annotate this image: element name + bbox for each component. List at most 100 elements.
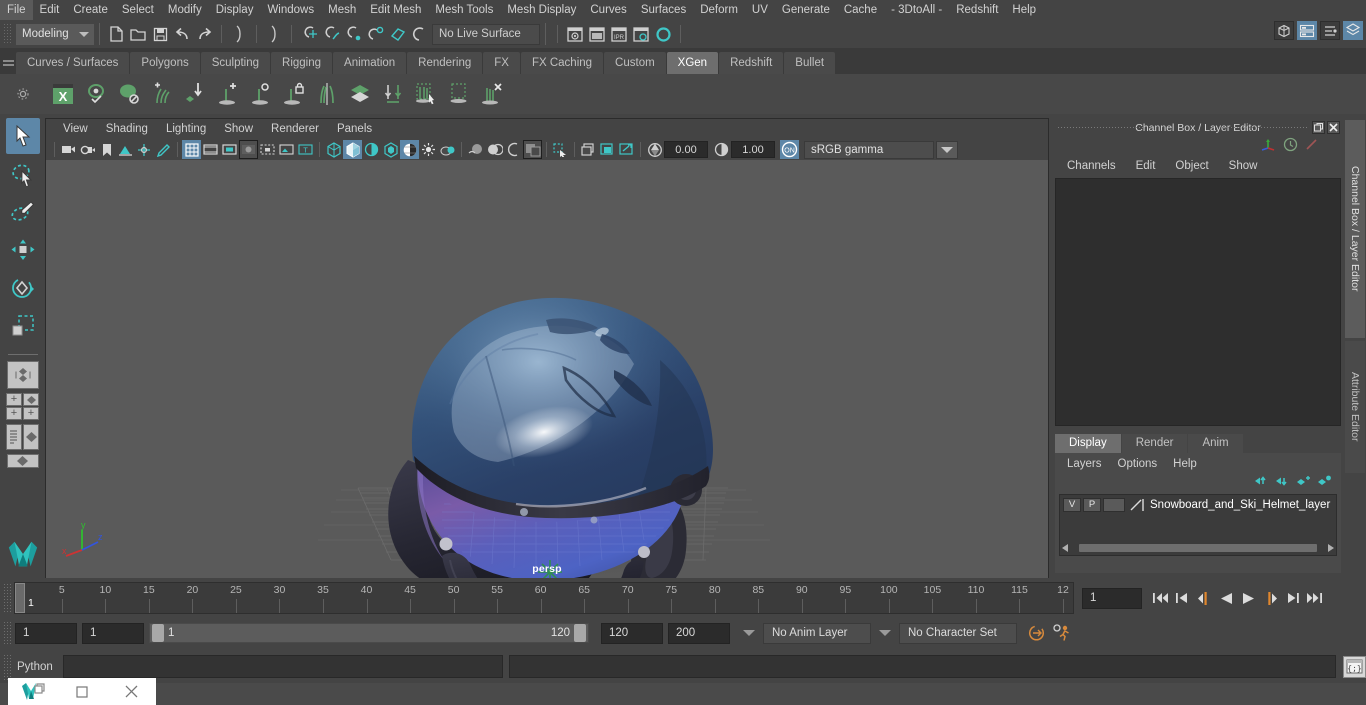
- shelf-options-gear-icon[interactable]: [0, 74, 46, 114]
- statusbar-grip[interactable]: [3, 23, 12, 45]
- viewport-menu-view[interactable]: View: [54, 119, 97, 139]
- step-forward-frame-icon[interactable]: [1262, 589, 1279, 607]
- channel-box-content[interactable]: [1055, 178, 1341, 426]
- exposure-field[interactable]: 0.00: [664, 141, 708, 158]
- step-back-frame-icon[interactable]: [1196, 589, 1213, 607]
- color-management-toggle[interactable]: ON: [780, 140, 799, 159]
- shelf-tab-rendering[interactable]: Rendering: [407, 52, 483, 74]
- play-forwards-icon[interactable]: [1240, 589, 1257, 607]
- paint-select-tool[interactable]: [6, 194, 40, 230]
- camera-attributes-icon[interactable]: [78, 140, 97, 159]
- xray-icon[interactable]: [485, 140, 504, 159]
- character-set-chevron-icon[interactable]: [879, 630, 891, 636]
- edit-guide-icon[interactable]: [244, 77, 277, 111]
- menu-item-select[interactable]: Select: [115, 0, 161, 20]
- menu-item-edit[interactable]: Edit: [33, 0, 67, 20]
- menu-item-redshift[interactable]: Redshift: [949, 0, 1005, 20]
- range-bar[interactable]: 1 120: [149, 623, 589, 643]
- select-by-hierarchy-icon[interactable]: [228, 23, 250, 45]
- undo-icon[interactable]: [171, 23, 193, 45]
- convert-to-interactive-icon[interactable]: [178, 77, 211, 111]
- render-view-icon[interactable]: [564, 23, 586, 45]
- display-layer-nested-icon[interactable]: [598, 140, 617, 159]
- layer-name[interactable]: Snowboard_and_Ski_Helmet_layer: [1150, 499, 1330, 511]
- viewport-menu-shading[interactable]: Shading: [97, 119, 157, 139]
- resolution-gate-icon[interactable]: [220, 140, 239, 159]
- new-scene-icon[interactable]: [105, 23, 127, 45]
- quick-layout-four-view-layout[interactable]: + + +: [6, 393, 40, 420]
- shelf-tab-rigging[interactable]: Rigging: [271, 52, 333, 74]
- shelf-tab-animation[interactable]: Animation: [333, 52, 407, 74]
- shelf-tab-bullet[interactable]: Bullet: [784, 52, 836, 74]
- grease-pencil-icon[interactable]: [154, 140, 173, 159]
- bookmark-icon[interactable]: [97, 140, 116, 159]
- menu-item-modify[interactable]: Modify: [161, 0, 209, 20]
- film-origin-icon[interactable]: [258, 140, 277, 159]
- snap-to-projected-center-icon[interactable]: [364, 23, 386, 45]
- menu-item-surfaces[interactable]: Surfaces: [634, 0, 693, 20]
- tool-settings-icon[interactable]: [1320, 21, 1340, 40]
- move-layer-up-icon[interactable]: [1254, 475, 1268, 490]
- open-scene-icon[interactable]: [127, 23, 149, 45]
- channel-box-icon[interactable]: [1343, 21, 1363, 40]
- shelf-tab-curves-surfaces[interactable]: Curves / Surfaces: [16, 52, 130, 74]
- animation-start-field[interactable]: 1: [15, 622, 77, 644]
- save-scene-icon[interactable]: [149, 23, 171, 45]
- play-backwards-icon[interactable]: [1218, 589, 1235, 607]
- range-handle-right[interactable]: [574, 624, 586, 642]
- snap-to-grid-icon[interactable]: [298, 23, 320, 45]
- isolate-select-icon[interactable]: [551, 140, 570, 159]
- viewport-menu-show[interactable]: Show: [215, 119, 262, 139]
- quick-layout-single-perspective-view[interactable]: [6, 361, 40, 389]
- shelf-tab-fx[interactable]: FX: [483, 52, 520, 74]
- current-time-indicator[interactable]: [15, 583, 25, 613]
- modeling-toolkit-icon[interactable]: [1274, 21, 1294, 40]
- anim-layer-field[interactable]: No Anim Layer: [763, 622, 871, 644]
- menu-item-edit-mesh[interactable]: Edit Mesh: [363, 0, 428, 20]
- anim-layer-chevron-icon[interactable]: [743, 630, 755, 636]
- select-guides-icon[interactable]: [409, 77, 442, 111]
- attribute-editor-icon[interactable]: [1297, 21, 1317, 40]
- channel-menu-channels[interactable]: Channels: [1057, 156, 1126, 176]
- lock-guide-icon[interactable]: [277, 77, 310, 111]
- command-result-output[interactable]: [509, 655, 1336, 678]
- time-slider-track[interactable]: 1 5 10 15 20 25 30 35 40 45 50 55 60 65 70 75 80 85 90 95 1…: [14, 582, 1074, 614]
- menu-item-3dtoall[interactable]: - 3DtoAll -: [884, 0, 949, 20]
- shelf-tab-redshift[interactable]: Redshift: [719, 52, 784, 74]
- go-to-start-icon[interactable]: [1152, 589, 1169, 607]
- undock-icon[interactable]: [1312, 121, 1325, 134]
- grid-icon[interactable]: [182, 140, 201, 159]
- viewport-3d-canvas[interactable]: y x z persp: [46, 160, 1048, 578]
- channel-menu-edit[interactable]: Edit: [1126, 156, 1166, 176]
- viewport-menu-lighting[interactable]: Lighting: [157, 119, 215, 139]
- add-guide-icon[interactable]: [211, 77, 244, 111]
- slash-icon[interactable]: [1304, 137, 1319, 155]
- menu-item-file[interactable]: File: [0, 0, 33, 20]
- layer-list[interactable]: V P Snowboard_and_Ski_Helmet_layer: [1059, 494, 1337, 556]
- depth-of-field-icon[interactable]: [466, 140, 485, 159]
- two-dimensional-pan-zoom-icon[interactable]: [135, 140, 154, 159]
- panel-grip-right[interactable]: [1221, 126, 1307, 130]
- color-management-dropdown[interactable]: [936, 140, 958, 159]
- viewport-menu-panels[interactable]: Panels: [328, 119, 381, 139]
- viewport-menu-renderer[interactable]: Renderer: [262, 119, 328, 139]
- add-groom-icon[interactable]: [145, 77, 178, 111]
- create-collection-icon[interactable]: [112, 77, 145, 111]
- exposure-icon[interactable]: [645, 140, 664, 159]
- create-empty-layer-icon[interactable]: [1296, 475, 1310, 490]
- rotate-tool[interactable]: [6, 270, 40, 306]
- step-back-keyframe-icon[interactable]: [1174, 589, 1191, 607]
- clear-region-icon[interactable]: [442, 77, 475, 111]
- select-tool[interactable]: [5, 118, 40, 154]
- range-end-field[interactable]: 120: [601, 622, 663, 644]
- character-set-field[interactable]: No Character Set: [899, 622, 1017, 644]
- color-management-field[interactable]: sRGB gamma: [804, 140, 934, 159]
- image-plane-icon[interactable]: [116, 140, 135, 159]
- shelf-tab-custom[interactable]: Custom: [604, 52, 666, 74]
- move-layer-down-icon[interactable]: [1275, 475, 1289, 490]
- channel-menu-show[interactable]: Show: [1219, 156, 1268, 176]
- layer-tab-anim[interactable]: Anim: [1188, 434, 1243, 453]
- layer-menu-help[interactable]: Help: [1165, 455, 1205, 474]
- lasso-select-tool[interactable]: [6, 156, 40, 192]
- live-surface-field[interactable]: No Live Surface: [432, 23, 540, 45]
